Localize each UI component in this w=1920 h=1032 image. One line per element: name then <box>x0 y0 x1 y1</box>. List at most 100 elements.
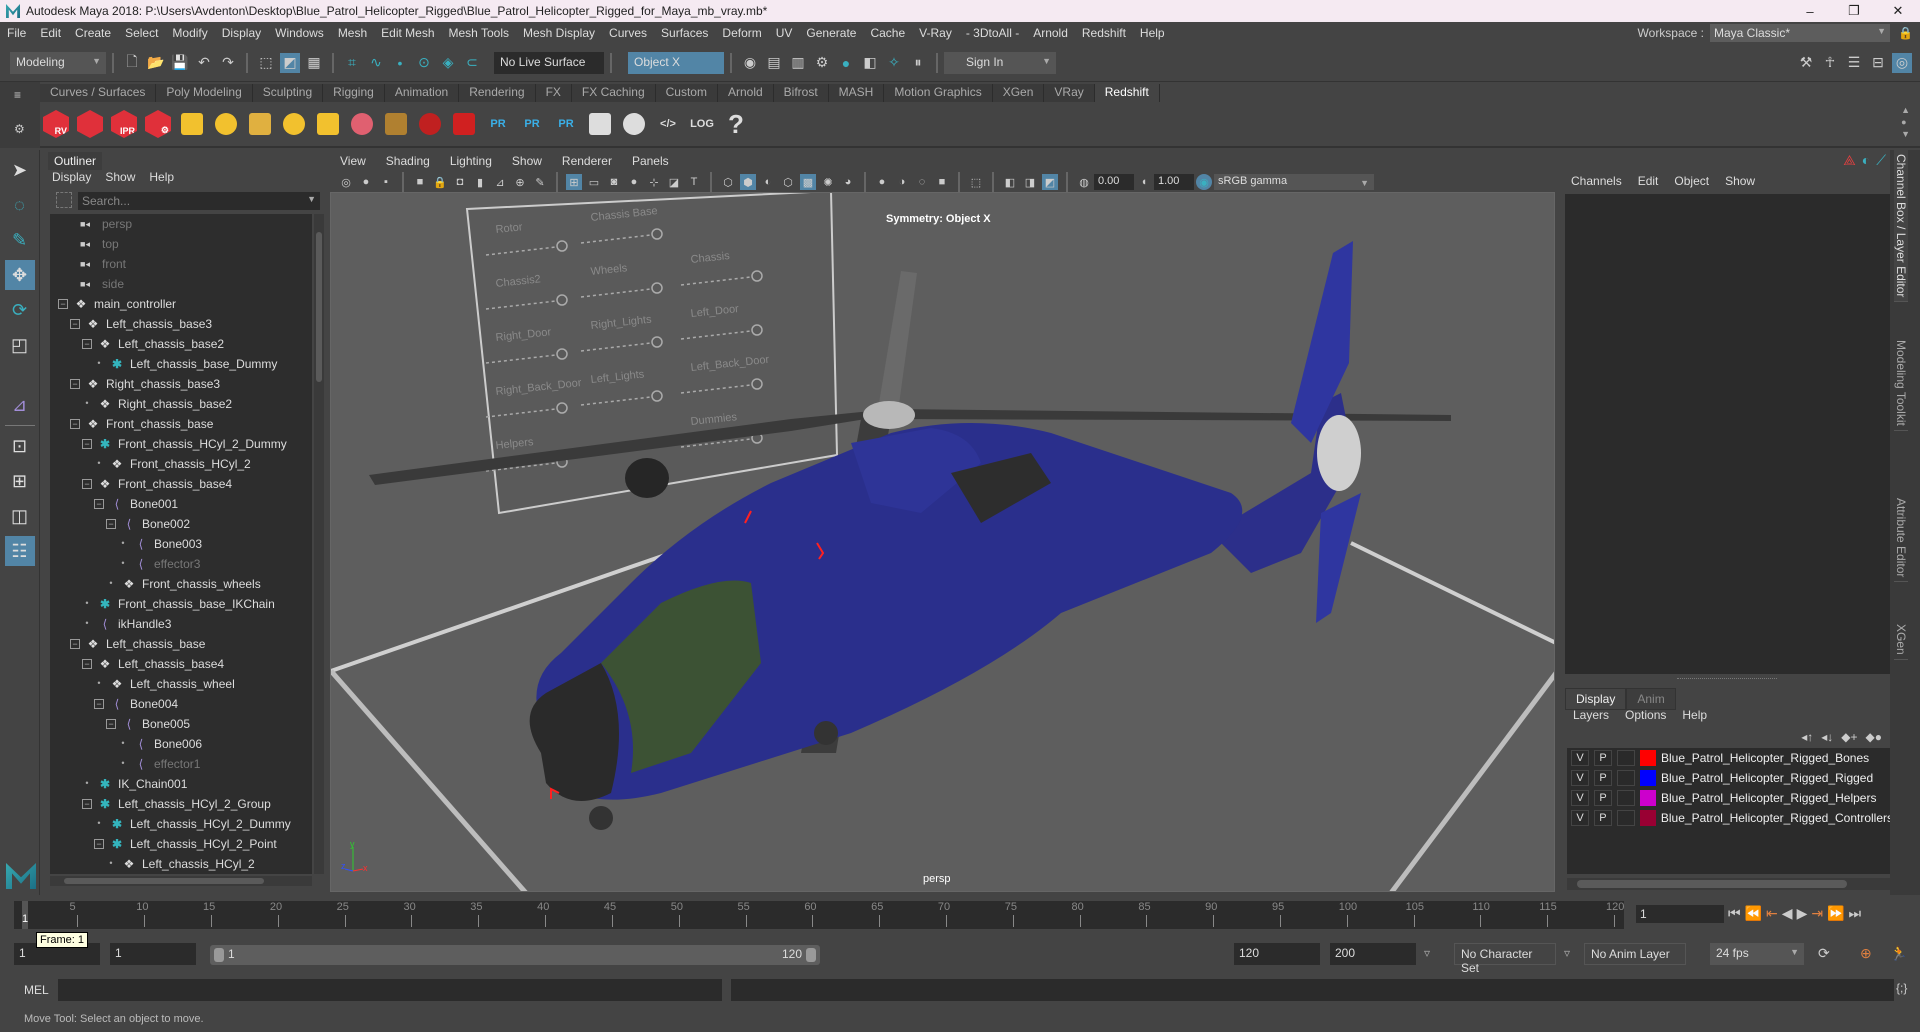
step-back-key-icon[interactable]: ⏪ <box>1745 905 1762 922</box>
open-scene-icon[interactable]: 📂 <box>146 53 166 73</box>
channel-box-menu-channels[interactable]: Channels <box>1571 174 1622 188</box>
tool-settings-icon[interactable]: ⊟ <box>1868 53 1888 73</box>
snap-live-icon[interactable]: ⊂ <box>462 53 482 73</box>
shelf-tab-rendering[interactable]: Rendering <box>459 84 536 102</box>
range-start-handle[interactable] <box>214 948 224 962</box>
new-layer-selected-icon[interactable]: ◆● <box>1866 730 1882 744</box>
playback-toggle[interactable]: P <box>1593 810 1612 826</box>
playback-end-field[interactable]: 120 <box>1234 943 1320 965</box>
rs-volume-icon[interactable] <box>414 106 446 142</box>
outliner-item[interactable]: − ❖ Left_chassis_base2 <box>82 334 224 354</box>
current-frame-field[interactable]: 1 <box>1636 905 1724 923</box>
viewport-menu-shading[interactable]: Shading <box>376 154 440 168</box>
menu-edit-mesh[interactable]: Edit Mesh <box>374 26 441 40</box>
gamma-field[interactable]: 1.00 <box>1154 174 1194 190</box>
symmetry-dropdown[interactable]: Object X <box>628 51 724 74</box>
outliner-item[interactable]: • ⟨ effector1 <box>118 754 200 774</box>
shelf-tab-fx-caching[interactable]: FX Caching <box>571 84 656 102</box>
collapse-toggle[interactable]: − <box>106 519 116 529</box>
minimize-button[interactable]: – <box>1788 0 1832 22</box>
shelf-tab-motion-graphics[interactable]: Motion Graphics <box>884 84 993 102</box>
rs-portal-icon[interactable] <box>210 106 242 142</box>
image-plane-icon[interactable]: ⊿ <box>492 174 508 190</box>
collapse-toggle[interactable]: − <box>70 379 80 389</box>
outliner-item[interactable]: − ❖ Front_chassis_base4 <box>82 474 232 494</box>
menu-file[interactable]: File <box>0 26 33 40</box>
rs-dome-icon[interactable] <box>278 106 310 142</box>
play-backward-icon[interactable]: ◀ <box>1782 905 1793 922</box>
side-tab-channel-box-layer-editor[interactable]: Channel Box / Layer Editor <box>1894 150 1908 303</box>
shadows-icon[interactable]: ◕ <box>840 174 856 190</box>
outliner-item[interactable]: − ✱ Front_chassis_HCyl_2_Dummy <box>82 434 287 454</box>
outliner-item[interactable]: − ⟨ Bone002 <box>106 514 190 534</box>
shelf-settings-icon[interactable]: ⚙ <box>14 122 25 136</box>
side-tab-attribute-editor[interactable]: Attribute Editor <box>1894 494 1908 583</box>
outliner-horizontal-scrollbar[interactable] <box>50 876 312 886</box>
menu-mesh-tools[interactable]: Mesh Tools <box>442 26 516 40</box>
render-view-icon[interactable]: ◉ <box>740 53 760 73</box>
outliner-item[interactable]: − ✱ Left_chassis_HCyl_2_Point <box>94 834 277 854</box>
visibility-toggle[interactable]: V <box>1571 750 1589 766</box>
collapse-toggle[interactable]: − <box>106 719 116 729</box>
exposure-icon[interactable]: ◍ <box>1076 174 1092 190</box>
safe-title-icon[interactable]: T <box>686 174 702 190</box>
filter-icon[interactable] <box>56 192 72 208</box>
menu-deform[interactable]: Deform <box>715 26 768 40</box>
rs-sphere-icon[interactable] <box>448 106 480 142</box>
move-layer-up-icon[interactable]: ◂↑ <box>1801 730 1813 744</box>
step-back-frame-icon[interactable]: ⇤ <box>1766 905 1778 922</box>
rs-batch-render-icon[interactable] <box>74 106 106 142</box>
shelf-tab-mash[interactable]: MASH <box>828 84 885 102</box>
modeling-toolkit-icon[interactable]: ⚒ <box>1796 53 1816 73</box>
step-forward-key-icon[interactable]: ⏩ <box>1827 905 1844 922</box>
rs-render-view-icon[interactable]: RV <box>40 106 72 142</box>
outliner-item[interactable]: • ⟨ effector3 <box>118 554 200 574</box>
outliner-item[interactable]: • ⟨ Bone006 <box>118 734 202 754</box>
sign-in-button[interactable]: Sign In <box>944 51 1056 74</box>
layer-menu-layers[interactable]: Layers <box>1573 708 1609 722</box>
playback-toggle[interactable]: P <box>1594 790 1612 806</box>
outliner-item[interactable]: • ❖ Right_chassis_base2 <box>82 394 232 414</box>
wireframe-on-shaded-icon[interactable]: ⬡ <box>780 174 796 190</box>
collapse-toggle[interactable]: − <box>82 339 92 349</box>
layer-row[interactable]: V P Blue_Patrol_Helicopter_Rigged_Helpers <box>1567 788 1893 808</box>
shelf-tab-vray[interactable]: VRay <box>1044 84 1095 102</box>
outliner-item[interactable]: ■◂ front <box>74 254 126 274</box>
viewport-menu-show[interactable]: Show <box>502 154 552 168</box>
menu-set-dropdown[interactable]: Modeling <box>10 51 106 74</box>
outliner-vertical-scrollbar[interactable] <box>314 214 324 874</box>
rotate-tool-icon[interactable]: ⟳ <box>5 295 35 325</box>
outliner-item[interactable]: − ❖ Right_chassis_base3 <box>70 374 220 394</box>
snap-surface-icon[interactable]: ◈ <box>438 53 458 73</box>
layer-row[interactable]: V P Blue_Patrol_Helicopter_Rigged_Bones <box>1567 748 1893 768</box>
collapse-toggle[interactable]: − <box>70 639 80 649</box>
layer-row[interactable]: V P Blue_Patrol_Helicopter_Rigged_Controll… <box>1567 808 1893 828</box>
ik-handle-icon[interactable]: ⊿ <box>5 390 35 420</box>
xray-active-icon[interactable]: ◨ <box>1022 174 1038 190</box>
playback-toggle[interactable]: P <box>1594 770 1612 786</box>
menu-windows[interactable]: Windows <box>268 26 331 40</box>
layer-tab-display[interactable]: Display <box>1565 688 1627 710</box>
outliner-item[interactable]: − ⟨ Bone001 <box>94 494 178 514</box>
new-scene-icon[interactable]: 🗋 <box>122 53 142 73</box>
perspective-viewport[interactable]: Rotor Chassis Base Chassis Chassis2 Wheels Le… <box>330 192 1555 892</box>
outliner-item[interactable]: • ❖ Left_chassis_HCyl_2 <box>106 854 254 874</box>
collapse-toggle[interactable]: − <box>94 839 104 849</box>
render-frame-icon[interactable]: ▤ <box>764 53 784 73</box>
camera-icon[interactable]: ■ <box>412 174 428 190</box>
outliner-item[interactable]: − ❖ Left_chassis_base4 <box>82 654 224 674</box>
pie-2-icon[interactable] <box>618 106 650 142</box>
xray-icon[interactable]: ◧ <box>1002 174 1018 190</box>
motion-blur-icon[interactable]: ◑ <box>894 174 910 190</box>
paint-select-icon[interactable]: ✎ <box>5 225 35 255</box>
channel-box-menu-edit[interactable]: Edit <box>1638 174 1659 188</box>
fps-dropdown[interactable]: 24 fps <box>1710 943 1804 965</box>
viewport-menu-panels[interactable]: Panels <box>622 154 679 168</box>
select-camera-icon[interactable]: ◎ <box>338 174 354 190</box>
display-type-toggle[interactable] <box>1616 810 1635 826</box>
outliner-menu-help[interactable]: Help <box>149 170 174 184</box>
rs-lights-icon[interactable] <box>176 106 208 142</box>
field-chart-icon[interactable]: ⊹ <box>646 174 662 190</box>
lock-icon[interactable]: 🔒 <box>1898 26 1913 40</box>
select-component-icon[interactable]: ▦ <box>304 53 324 73</box>
